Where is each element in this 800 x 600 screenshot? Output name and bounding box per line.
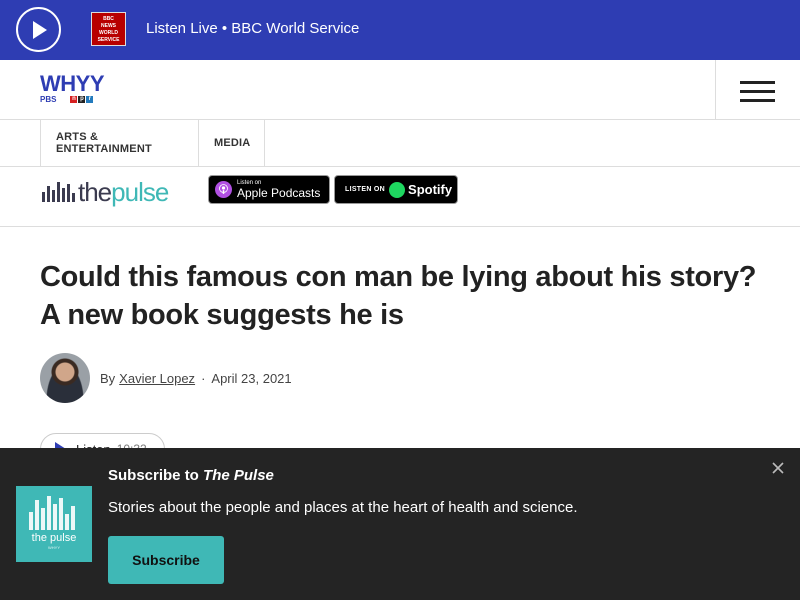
author-link[interactable]: Xavier Lopez xyxy=(119,371,195,386)
whyy-wordmark: WHYY xyxy=(40,71,105,96)
article-byline: By Xavier Lopez · April 23, 2021 xyxy=(40,352,292,404)
spotify-listen-on-text: LISTEN ON xyxy=(345,186,386,193)
apple-podcasts-text: Apple Podcasts xyxy=(237,185,321,200)
author-avatar[interactable] xyxy=(40,353,90,403)
spotify-button[interactable]: LISTEN ON Spotify xyxy=(334,175,458,204)
article-headline: Could this famous con man be lying about… xyxy=(40,261,757,331)
the-pulse-logo[interactable]: the pulse xyxy=(42,173,169,207)
npr-logo: npr xyxy=(70,96,94,103)
pulse-logo-pulse: pulse xyxy=(111,177,169,207)
category-nav: ARTS & ENTERTAINMENT MEDIA xyxy=(0,120,800,167)
apple-podcasts-button[interactable]: Listen on Apple Podcasts xyxy=(208,175,330,204)
subscribe-description: Stories about the people and places at t… xyxy=(108,499,578,516)
site-header: WHYY PBS npr xyxy=(0,60,800,120)
spotify-icon xyxy=(389,181,406,198)
nav-item-media[interactable]: MEDIA xyxy=(198,120,265,166)
pulse-logo-the: the xyxy=(78,177,112,207)
bbc-world-service-logo: BBC NEWS WORLD SERVICE xyxy=(91,12,126,46)
subscribe-title: Subscribe to The Pulse xyxy=(108,467,274,484)
article-date: April 23, 2021 xyxy=(211,370,292,386)
live-radio-bar: BBC NEWS WORLD SERVICE Listen Live • BBC Wo… xyxy=(0,0,800,60)
apple-podcasts-icon xyxy=(215,181,232,198)
art-label: the pulse xyxy=(31,532,77,544)
whyy-logo[interactable]: WHYY PBS npr xyxy=(40,71,105,105)
play-button[interactable] xyxy=(16,7,61,52)
byline-separator: · xyxy=(201,370,206,386)
pulse-bars-icon xyxy=(42,182,75,202)
play-icon xyxy=(32,20,47,39)
hamburger-menu-icon[interactable] xyxy=(740,81,775,102)
art-small-label: WHYY xyxy=(48,545,60,550)
byline-by: By xyxy=(100,370,116,386)
subscribe-button[interactable]: Subscribe xyxy=(108,536,224,584)
spotify-text: Spotify xyxy=(408,182,453,197)
nav-item-arts-entertainment[interactable]: ARTS & ENTERTAINMENT xyxy=(40,120,199,166)
pbs-logo: PBS xyxy=(40,95,57,104)
the-pulse-podcast-art: the pulse WHYY xyxy=(16,486,92,562)
header-divider xyxy=(715,60,716,120)
podcast-bar: the pulse Listen on Apple Podcasts LISTEN… xyxy=(0,167,800,227)
subscribe-overlay: the pulse WHYY Subscribe to The Pulse Sto… xyxy=(0,448,800,600)
subscribe-show-name: The Pulse xyxy=(203,467,274,484)
close-icon[interactable] xyxy=(771,462,785,476)
listen-live-text[interactable]: Listen Live • BBC World Service xyxy=(146,20,359,37)
